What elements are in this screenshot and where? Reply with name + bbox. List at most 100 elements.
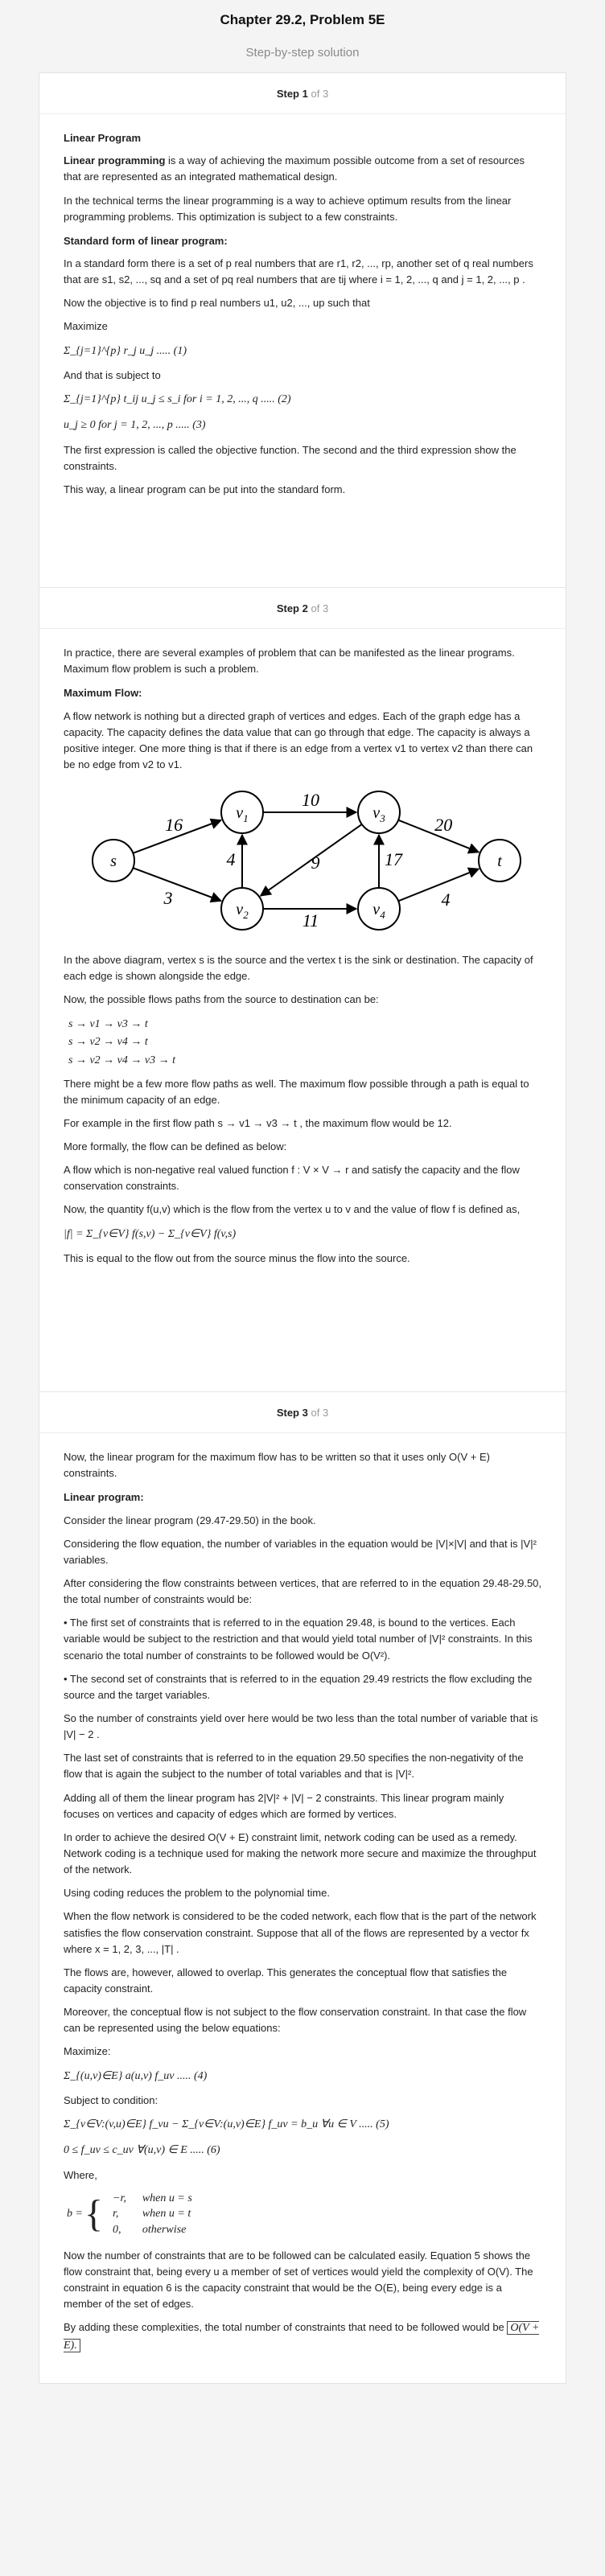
subject-label: Subject to condition: [64,2094,158,2107]
heading-standard-form: Standard form of linear program: [64,234,228,247]
step-3: Step 3 of 3 Now, the linear program for … [39,1392,566,2383]
piecewise-lhs: b = [67,2208,83,2221]
step-2-header: Step 2 of 3 [39,588,566,630]
step-2: Step 2 of 3 In practice, there are sever… [39,588,566,1392]
page-title: Chapter 29.2, Problem 5E [220,12,385,27]
edge-v4-t [397,867,480,902]
paragraph: There might be a few more flow paths as … [64,1077,529,1106]
step-1-header: Step 1 of 3 [39,73,566,115]
piece-value: 0, [113,2224,121,2237]
piece-condition: otherwise [142,2224,187,2237]
edge-capacity-label: 11 [302,910,319,931]
paragraph: A flow network is nothing but a directed… [64,709,533,770]
edge-s-v2 [132,867,223,903]
paragraph: Now the number of constraints that are t… [64,2249,533,2311]
paragraph: • The second set of constraints that is … [64,1672,533,1701]
step-number: 2 [302,602,308,614]
step-total: of 3 [311,602,329,614]
paragraph: Now, the possible flows paths from the s… [64,993,379,1006]
step-total: of 3 [311,1407,329,1419]
flow-path: s → v2 → v4 → v3 → t [68,1054,175,1066]
step-total: of 3 [311,88,329,100]
heading-linear-program: Linear Program [64,132,142,145]
paragraph: In a standard form there is a set of p r… [64,257,533,286]
maximize-label: Maximize [64,320,108,333]
paragraph: For example in the first flow path s → v… [64,1116,452,1129]
heading-maximum-flow: Maximum Flow: [64,687,142,700]
node-label: s [110,853,117,870]
edge-capacity-label: 17 [385,849,403,869]
flow-value-equation: |f| = Σ_{v∈V} f(s,v) − Σ_{v∈V} f(v,s) [64,1227,237,1240]
maximize-label: Maximize: [64,2045,111,2058]
edge-capacity-label: 4 [442,889,451,910]
step-3-header: Step 3 of 3 [39,1392,566,1434]
paragraph: Now, the quantity f(u,v) which is the fl… [64,1203,521,1216]
paragraph: In practice, there are several examples … [64,647,515,676]
solution-card: Step 1 of 3 Linear Program Linear progra… [39,72,566,2384]
paragraph: Adding all of them the linear program ha… [64,1791,504,1820]
step-label: Step [276,602,299,614]
paragraph: This way, a linear program can be put in… [64,483,346,496]
piecewise-definition: b = { −r, when u = s r, when u = t 0, other… [67,2191,541,2238]
piecewise-table: −r, when u = s r, when u = t 0, otherwise [105,2191,200,2238]
equation-6: 0 ≤ f_uv ≤ c_uv ∀(u,v) ∈ E ..... (6) [64,2144,220,2157]
piece-value: r, [113,2208,119,2221]
step-label: Step [276,88,299,100]
equation-4: Σ_{(u,v)∈E} a(u,v) f_uv ..... (4) [64,2069,208,2082]
piece-value: −r, [113,2192,126,2204]
paragraph: In the technical terms the linear progra… [64,194,512,223]
paragraph: Using coding reduces the problem to the … [64,1887,330,1900]
paragraph: When the flow network is considered to b… [64,1910,537,1955]
subject-label: And that is subject to [64,369,161,382]
left-brace: { [84,2192,103,2236]
equation-1: Σ_{j=1}^{p} r_j u_j ..... (1) [64,344,187,357]
paragraph: Linear programming is a way of achieving… [64,153,541,185]
node-label: t [497,853,502,870]
edge-capacity-label: 4 [227,849,236,869]
page-subtitle: Step-by-step solution [245,46,360,60]
step-number: 1 [302,88,308,100]
paragraph: Considering the flow equation, the numbe… [64,1537,537,1566]
paragraph: Moreover, the conceptual flow is not sub… [64,2006,527,2035]
conclusion-text: By adding these complexities, the total … [64,2321,504,2334]
solution-page: Chapter 29.2, Problem 5E Step-by-step so… [0,0,605,2576]
paragraph: • The first set of constraints that is r… [64,1617,533,1662]
paragraph: The flows are, however, allowed to overl… [64,1966,508,1995]
piecewise-row: −r, when u = s [105,2191,200,2207]
paragraph: In order to achieve the desired O(V + E)… [64,1830,537,1876]
edge-capacity-label: 10 [302,790,319,810]
flow-network-diagram: 163104 91117204 sv1v2v3v4t [92,790,521,931]
flow-path: s → v2 → v4 → t [68,1036,148,1049]
step-number: 3 [302,1407,308,1419]
graph-edges: 16 3 10 4 9 11 17 20 4 [132,790,480,931]
edge-capacity-label: 3 [163,888,173,908]
equation-3: u_j ≥ 0 for j = 1, 2, ..., p ..... (3) [64,419,206,432]
flow-path: s → v1 → v3 → t [68,1017,148,1030]
paragraph: Now, the linear program for the maximum … [64,1451,490,1480]
edge-capacity-label: 9 [311,853,320,873]
paragraph: After considering the flow constraints b… [64,1576,542,1606]
paragraph: By adding these complexities, the total … [64,2319,541,2354]
paragraph: A flow which is non-negative real valued… [64,1164,520,1193]
heading-linear-program: Linear program: [64,1491,144,1504]
paragraph: In the above diagram, vertex s is the so… [64,954,533,983]
piecewise-row: 0, otherwise [105,2222,200,2238]
paragraph: Consider the linear program (29.47-29.50… [64,1514,316,1526]
edge-capacity-label: 16 [165,815,183,835]
page-header: Chapter 29.2, Problem 5E Step-by-step so… [0,0,605,72]
paragraph: More formally, the flow can be defined a… [64,1140,287,1153]
step-1: Step 1 of 3 Linear Program Linear progra… [39,73,566,588]
paragraph: The last set of constraints that is refe… [64,1752,524,1781]
paragraph: The first expression is called the objec… [64,443,517,472]
equation-5: Σ_{v∈V:(v,u)∈E} f_vu − Σ_{v∈V:(u,v)∈E} f… [64,2118,389,2131]
paragraph: This is equal to the flow out from the s… [64,1252,410,1265]
equation-2: Σ_{j=1}^{p} t_ij u_j ≤ s_i for i = 1, 2,… [64,393,291,406]
paragraph: Now the objective is to find p real numb… [64,297,370,310]
piecewise-row: r, when u = t [105,2206,200,2222]
edge-capacity-label: 20 [434,815,452,835]
piece-condition: when u = s [142,2192,192,2204]
piece-condition: when u = t [142,2208,191,2221]
step-label: Step [276,1407,299,1419]
paragraph: So the number of constraints yield over … [64,1711,538,1741]
term-linear-programming: Linear programming [64,154,166,167]
